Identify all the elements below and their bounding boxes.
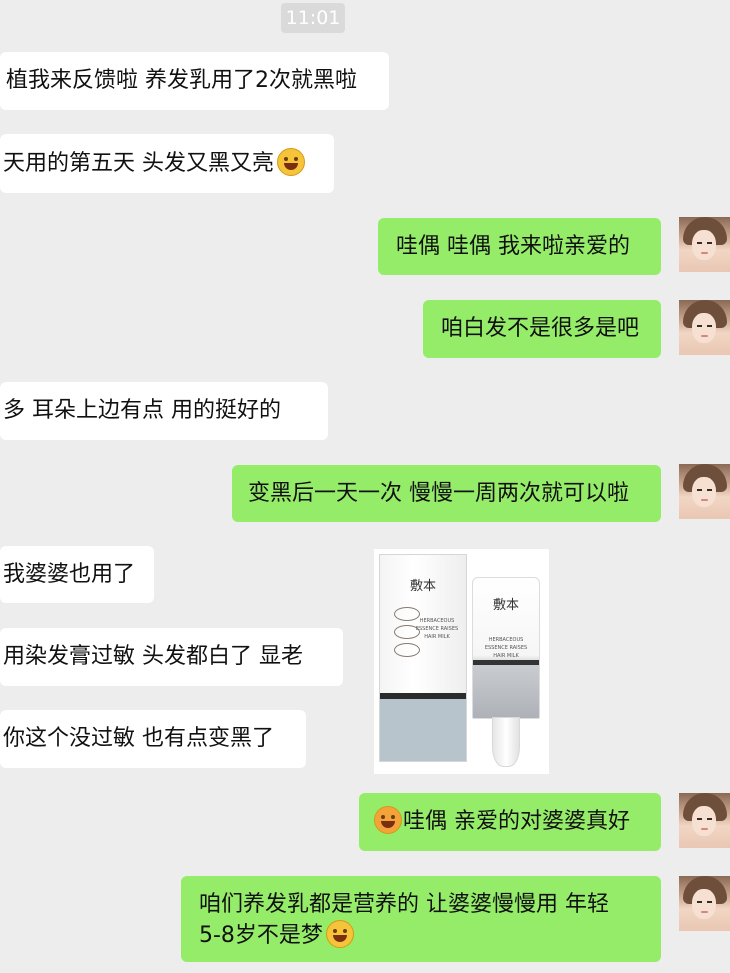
message-bubble-sent[interactable]: 哇偶 哇偶 我来啦亲爱的 bbox=[378, 218, 661, 275]
message-bubble-received[interactable]: 天用的第五天 头发又黑又亮 bbox=[0, 134, 334, 193]
thinking-face-emoji bbox=[325, 920, 354, 948]
message-text: 天用的第五天 头发又黑又亮 bbox=[3, 151, 274, 176]
message-bubble-received[interactable]: 用染发膏过敏 头发都白了 显老 bbox=[0, 628, 343, 686]
message-text-line: 5-8岁不是梦 bbox=[199, 923, 323, 948]
hugging-face-emoji bbox=[374, 806, 402, 834]
message-bubble-sent[interactable]: 哇偶 亲爱的对婆婆真好 bbox=[359, 793, 661, 851]
user-avatar[interactable] bbox=[679, 464, 730, 519]
product-tube-brand: 敷本 bbox=[492, 598, 519, 613]
product-brand: 敷本 bbox=[409, 579, 436, 594]
message-bubble-received[interactable]: 你这个没过敏 也有点变黑了 bbox=[0, 710, 306, 768]
grinning-face-emoji bbox=[277, 148, 305, 176]
message-bubble-received[interactable]: 植我来反馈啦 养发乳用了2次就黑啦 bbox=[0, 52, 389, 110]
message-text: 咱白发不是很多是吧 bbox=[441, 316, 640, 341]
message-text: 变黑后一天一次 慢慢一周两次就可以啦 bbox=[248, 481, 629, 506]
user-avatar[interactable] bbox=[679, 793, 730, 848]
message-text: 植我来反馈啦 养发乳用了2次就黑啦 bbox=[6, 68, 357, 93]
user-avatar[interactable] bbox=[679, 217, 730, 272]
product-box-label: HERBACEOUS ESSENCE RAISES HAIR MILK bbox=[415, 618, 459, 640]
message-text: 用染发膏过敏 头发都白了 显老 bbox=[3, 644, 303, 669]
product-tube-label: HERBACEOUS ESSENCE RAISES HAIR MILK bbox=[484, 637, 528, 659]
message-bubble-received[interactable]: 多 耳朵上边有点 用的挺好的 bbox=[0, 382, 328, 440]
product-box: 敷本 HERBACEOUS ESSENCE RAISES HAIR MILK bbox=[379, 554, 467, 762]
user-avatar[interactable] bbox=[679, 300, 730, 355]
message-bubble-sent[interactable]: 咱白发不是很多是吧 bbox=[423, 300, 661, 358]
product-image[interactable]: 敷本 HERBACEOUS ESSENCE RAISES HAIR MILK 敷… bbox=[374, 549, 549, 774]
product-tube: 敷本 HERBACEOUS ESSENCE RAISES HAIR MILK bbox=[472, 577, 540, 719]
message-bubble-sent[interactable]: 咱们养发乳都是营养的 让婆婆慢慢用 年轻 5-8岁不是梦 bbox=[181, 876, 661, 962]
message-text: 哇偶 亲爱的对婆婆真好 bbox=[403, 809, 630, 834]
message-timestamp: 11:01 bbox=[281, 3, 345, 33]
product-tube-nozzle bbox=[492, 717, 520, 767]
message-text: 你这个没过敏 也有点变黑了 bbox=[3, 726, 274, 751]
message-text-line: 咱们养发乳都是营养的 让婆婆慢慢用 年轻 bbox=[199, 892, 609, 917]
chat-window: 11:01 植我来反馈啦 养发乳用了2次就黑啦 天用的第五天 头发又黑又亮 哇偶… bbox=[0, 0, 730, 973]
user-avatar[interactable] bbox=[679, 876, 730, 931]
message-text: 我婆婆也用了 bbox=[3, 562, 136, 587]
message-text: 多 耳朵上边有点 用的挺好的 bbox=[3, 398, 281, 423]
message-bubble-received[interactable]: 我婆婆也用了 bbox=[0, 546, 154, 603]
message-text: 哇偶 哇偶 我来啦亲爱的 bbox=[396, 234, 630, 259]
message-bubble-sent[interactable]: 变黑后一天一次 慢慢一周两次就可以啦 bbox=[232, 465, 661, 522]
